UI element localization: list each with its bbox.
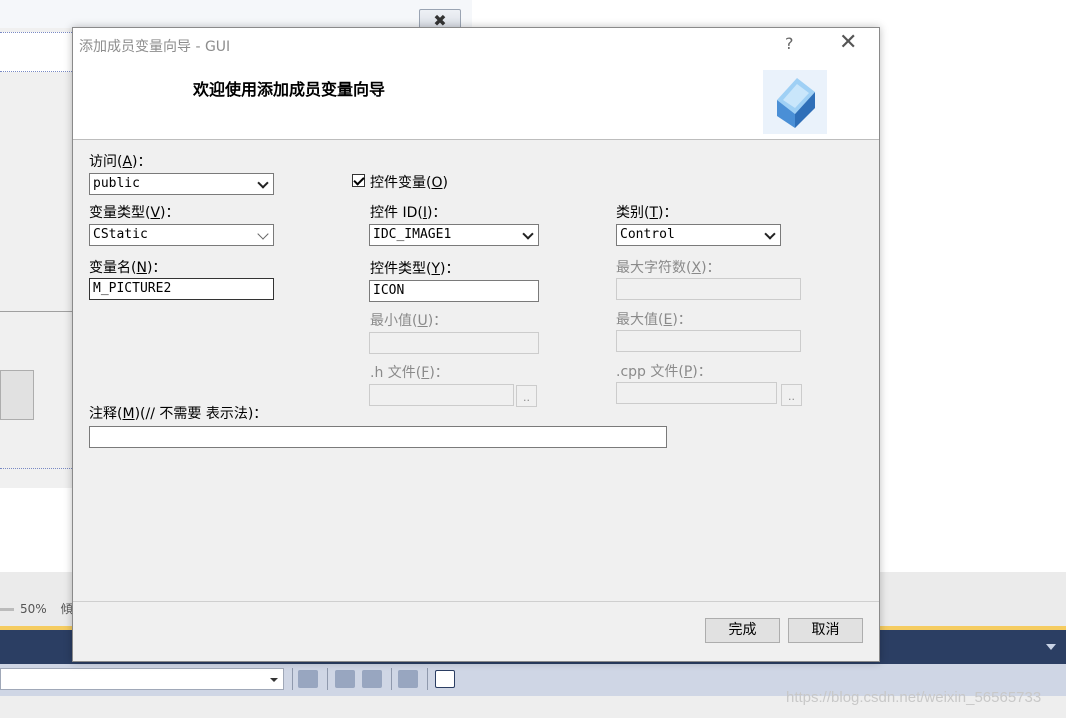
- category-value: Control: [620, 227, 675, 242]
- category-label: 类别(T)：: [616, 205, 678, 221]
- toolbar-clear-icon[interactable]: [398, 670, 418, 688]
- dialog-title: 添加成员变量向导 - GUI: [79, 39, 231, 55]
- access-label: 访问(A)：: [89, 154, 152, 170]
- control-id-value: IDC_IMAGE1: [373, 227, 452, 242]
- toolbar-separator: [327, 668, 328, 690]
- min-value-input[interactable]: [369, 332, 539, 354]
- toolbar-separator: [292, 668, 293, 690]
- zoom-slider-icon[interactable]: [0, 608, 14, 611]
- chevron-down-icon: [257, 177, 269, 189]
- control-variable-checkbox[interactable]: [352, 174, 365, 187]
- toolbar-separator: [391, 668, 392, 690]
- cpp-file-browse-button[interactable]: ..: [781, 384, 802, 406]
- category-select[interactable]: Control: [616, 224, 781, 246]
- variable-name-label: 变量名(N)：: [89, 260, 167, 276]
- max-value-input[interactable]: [616, 330, 801, 352]
- footer-divider: [73, 601, 879, 602]
- add-member-variable-dialog: 添加成员变量向导 - GUI ? ✕ 欢迎使用添加成员变量向导 访问(A)： p…: [72, 27, 880, 662]
- comment-label: 注释(M)(// 不需要 表示法)：: [89, 406, 268, 422]
- min-value-label: 最小值(U)：: [370, 313, 448, 329]
- chevron-down-icon: [522, 228, 534, 240]
- control-type-label: 控件类型(Y)：: [370, 261, 460, 277]
- help-button[interactable]: ?: [785, 34, 794, 53]
- max-value-label: 最大值(E)：: [616, 312, 692, 328]
- zoom-indicator[interactable]: 50% 傾: [0, 600, 73, 617]
- h-file-label: .h 文件(F)：: [370, 365, 449, 381]
- background-button[interactable]: [0, 370, 34, 420]
- toolbar-separator: [427, 668, 428, 690]
- control-type-input[interactable]: ICON: [369, 280, 539, 302]
- comment-input[interactable]: [89, 426, 667, 448]
- toolbar-pin-icon[interactable]: [298, 670, 318, 688]
- h-file-input[interactable]: [369, 384, 514, 406]
- dropdown-arrow-icon[interactable]: [1046, 644, 1056, 650]
- max-chars-input[interactable]: [616, 278, 801, 300]
- chevron-down-icon: [764, 228, 776, 240]
- toolbar-wrap-icon[interactable]: [435, 670, 455, 688]
- variable-type-value: CStatic: [93, 227, 148, 242]
- access-select-value: public: [93, 176, 140, 191]
- toolbar-next-icon[interactable]: [362, 670, 382, 688]
- cpp-file-label: .cpp 文件(P)：: [616, 364, 712, 380]
- access-select[interactable]: public: [89, 173, 274, 195]
- h-file-browse-button[interactable]: ..: [516, 385, 537, 407]
- watermark: https://blog.csdn.net/weixin_56565733: [786, 689, 1042, 706]
- max-chars-label: 最大字符数(X)：: [616, 260, 721, 276]
- control-id-label: 控件 ID(I)：: [370, 205, 447, 221]
- chevron-down-icon: [270, 678, 278, 682]
- control-id-select[interactable]: IDC_IMAGE1: [369, 224, 539, 246]
- variable-type-select[interactable]: CStatic: [89, 224, 274, 246]
- variable-type-label: 变量类型(V)：: [89, 205, 180, 221]
- chevron-down-icon: [257, 228, 269, 240]
- dialog-titlebar: 添加成员变量向导 - GUI ? ✕: [73, 28, 879, 60]
- finish-button[interactable]: 完成: [705, 618, 780, 643]
- close-button[interactable]: ✕: [839, 32, 857, 54]
- control-variable-label[interactable]: 控件变量(O): [370, 172, 448, 192]
- variable-name-input[interactable]: M_PICTURE2: [89, 278, 274, 300]
- cpp-file-input[interactable]: [616, 382, 777, 404]
- background-combo[interactable]: [0, 668, 284, 690]
- zoom-label: 50%: [20, 602, 47, 616]
- zoom-extra-label: 傾: [60, 602, 73, 616]
- dialog-header: 欢迎使用添加成员变量向导: [73, 60, 879, 140]
- dialog-heading: 欢迎使用添加成员变量向导: [193, 80, 386, 99]
- wizard-cube-icon: [763, 70, 827, 134]
- background-titlebar: [0, 0, 472, 28]
- toolbar-prev-icon[interactable]: [335, 670, 355, 688]
- cancel-button[interactable]: 取消: [788, 618, 863, 643]
